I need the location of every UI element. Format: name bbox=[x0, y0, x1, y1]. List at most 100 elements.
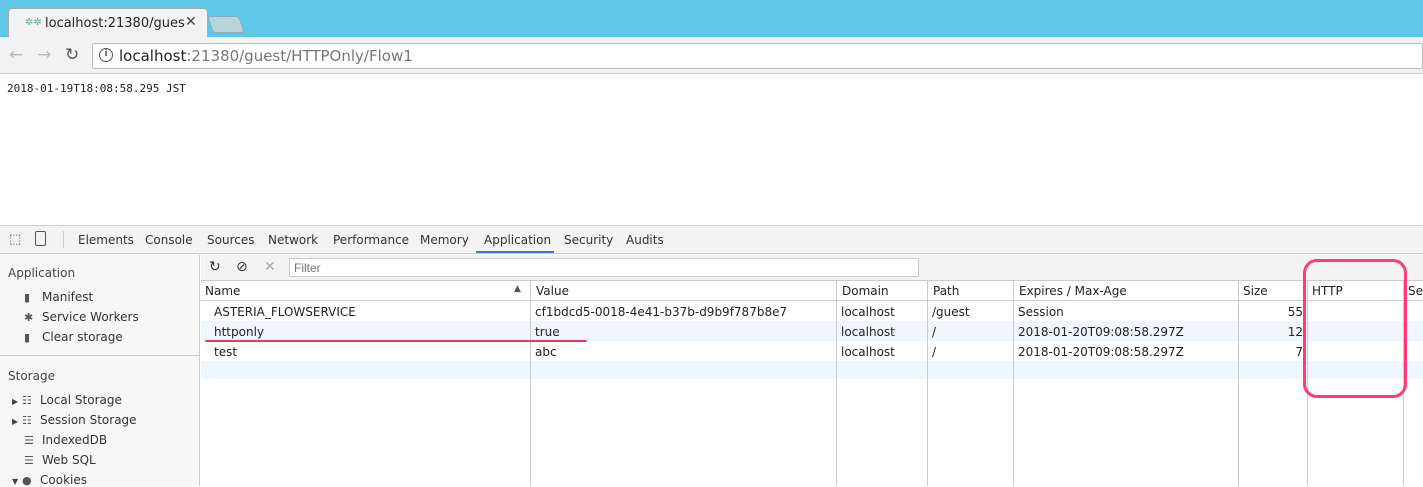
sidebar-item-indexeddb[interactable]: ☰ IndexedDB bbox=[24, 433, 107, 447]
table-header: Name ▲ Value Domain Path Expires / Max-A… bbox=[201, 281, 1423, 301]
column-divider[interactable] bbox=[1238, 281, 1239, 486]
cell-expires[interactable]: 2018-01-20T09:08:58.297Z bbox=[1018, 345, 1184, 359]
cell-value[interactable]: cf1bdcd5-0018-4e41-b37b-d9b9f787b8e7 bbox=[535, 305, 787, 319]
inspect-element-icon[interactable]: ⬚ bbox=[9, 232, 21, 247]
label: Local Storage bbox=[40, 393, 122, 407]
column-path[interactable]: Path bbox=[933, 284, 959, 298]
column-expires[interactable]: Expires / Max-Age bbox=[1019, 284, 1127, 298]
divider bbox=[0, 355, 199, 356]
page-timestamp: 2018-01-19T18:08:58.295 JST bbox=[7, 82, 186, 95]
device-toolbar-icon[interactable] bbox=[35, 231, 46, 246]
annotation-underline bbox=[205, 340, 587, 342]
delete-selected-icon[interactable]: ✕ bbox=[264, 259, 276, 275]
cell-size[interactable]: 7 bbox=[1241, 345, 1303, 359]
tab-sources[interactable]: Sources bbox=[207, 233, 254, 247]
filter-input[interactable] bbox=[289, 258, 919, 277]
url-path: :21380/guest/HTTPOnly/Flow1 bbox=[186, 47, 413, 65]
browser-toolbar: ← → ↻ i localhost:21380/guest/HTTPOnly/F… bbox=[0, 37, 1423, 74]
column-domain[interactable]: Domain bbox=[842, 284, 889, 298]
database-icon: ☰ bbox=[24, 434, 34, 447]
cell-name[interactable]: httponly bbox=[214, 325, 264, 339]
sidebar-item-web-sql[interactable]: ☰ Web SQL bbox=[24, 453, 96, 467]
cell-size[interactable]: 55 bbox=[1241, 305, 1303, 319]
column-divider[interactable] bbox=[1013, 281, 1014, 486]
cell-path[interactable]: /guest bbox=[932, 305, 970, 319]
section-storage: Storage bbox=[8, 369, 55, 383]
tab-performance[interactable]: Performance bbox=[333, 233, 409, 247]
close-tab-icon[interactable]: ✕ bbox=[185, 14, 197, 30]
cell-expires[interactable]: 2018-01-20T09:08:58.297Z bbox=[1018, 325, 1184, 339]
label: Service Workers bbox=[42, 310, 139, 324]
info-icon[interactable]: i bbox=[99, 48, 113, 62]
tab-memory[interactable]: Memory bbox=[420, 233, 469, 247]
cell-size[interactable]: 12 bbox=[1241, 325, 1303, 339]
tab-console[interactable]: Console bbox=[145, 233, 193, 247]
divider bbox=[63, 231, 64, 248]
tab-strip: ✲✲ localhost:21380/guest ✕ bbox=[0, 0, 1423, 38]
label: Clear storage bbox=[42, 330, 123, 344]
back-icon[interactable]: ← bbox=[9, 45, 23, 65]
cell-domain[interactable]: localhost bbox=[841, 345, 895, 359]
sidebar-item-session-storage[interactable]: ▶ ☷ Session Storage bbox=[12, 413, 137, 427]
expand-arrow-icon[interactable]: ▶ bbox=[12, 397, 22, 406]
refresh-icon[interactable]: ↻ bbox=[209, 259, 221, 275]
sidebar-item-local-storage[interactable]: ▶ ☷ Local Storage bbox=[12, 393, 122, 407]
cell-name[interactable]: test bbox=[214, 345, 237, 359]
table-row[interactable] bbox=[201, 321, 1423, 341]
devtools-panel: ⬚ Elements Console Sources Network Perfo… bbox=[0, 225, 1423, 487]
sort-ascending-icon[interactable]: ▲ bbox=[514, 284, 521, 294]
cell-path[interactable]: / bbox=[932, 345, 936, 359]
cell-value[interactable]: true bbox=[535, 325, 560, 339]
trash-icon: ▮ bbox=[24, 331, 31, 344]
grid-icon: ☷ bbox=[22, 394, 32, 407]
reload-icon[interactable]: ↻ bbox=[65, 45, 79, 65]
tab-security[interactable]: Security bbox=[564, 233, 613, 247]
tab-title: localhost:21380/guest bbox=[45, 16, 185, 31]
annotation-highlight-box bbox=[1303, 259, 1407, 398]
devtools-tabbar: ⬚ Elements Console Sources Network Perfo… bbox=[0, 226, 1423, 254]
grid-icon: ☷ bbox=[22, 414, 32, 427]
cookie-toolbar: ↻ ⊘ ✕ bbox=[201, 255, 1423, 281]
cell-domain[interactable]: localhost bbox=[841, 325, 895, 339]
label: Session Storage bbox=[40, 413, 137, 427]
label: Manifest bbox=[42, 290, 94, 304]
tab-elements[interactable]: Elements bbox=[78, 233, 134, 247]
file-icon: ▮ bbox=[24, 291, 31, 304]
cookies-table: Name ▲ Value Domain Path Expires / Max-A… bbox=[201, 281, 1423, 486]
column-name[interactable]: Name bbox=[205, 284, 240, 298]
cell-value[interactable]: abc bbox=[535, 345, 557, 359]
tab-application[interactable]: Application bbox=[484, 233, 551, 247]
column-size[interactable]: Size bbox=[1243, 284, 1268, 298]
forward-icon[interactable]: → bbox=[37, 45, 51, 65]
database-icon: ☰ bbox=[24, 454, 34, 467]
gear-icon: ✱ bbox=[24, 311, 34, 324]
column-divider[interactable] bbox=[836, 281, 837, 486]
cell-domain[interactable]: localhost bbox=[841, 305, 895, 319]
sidebar-item-service-workers[interactable]: ✱ Service Workers bbox=[24, 310, 139, 324]
expand-arrow-icon[interactable]: ▶ bbox=[12, 417, 22, 426]
new-tab-button[interactable] bbox=[206, 16, 246, 33]
column-divider[interactable] bbox=[927, 281, 928, 486]
browser-tab[interactable]: ✲✲ localhost:21380/guest ✕ bbox=[8, 8, 208, 38]
section-application: Application bbox=[8, 266, 76, 280]
column-value[interactable]: Value bbox=[536, 284, 569, 298]
cell-name[interactable]: ASTERIA_FLOWSERVICE bbox=[214, 305, 356, 319]
tab-audits[interactable]: Audits bbox=[626, 233, 664, 247]
application-sidebar: Application ▮ Manifest ✱ Service Workers ▮… bbox=[0, 255, 200, 487]
column-divider[interactable] bbox=[530, 281, 531, 486]
label: Web SQL bbox=[42, 453, 96, 467]
cell-path[interactable]: / bbox=[932, 325, 936, 339]
active-tab-indicator bbox=[476, 251, 554, 253]
sidebar-item-clear-storage[interactable]: ▮ Clear storage bbox=[24, 330, 123, 344]
clear-all-icon[interactable]: ⊘ bbox=[236, 259, 248, 275]
address-bar[interactable]: i localhost:21380/guest/HTTPOnly/Flow1 bbox=[92, 43, 1423, 69]
sidebar-item-manifest[interactable]: ▮ Manifest bbox=[24, 290, 93, 304]
url-host: localhost bbox=[119, 47, 187, 65]
column-secure[interactable]: Sec bbox=[1408, 284, 1423, 298]
cell-expires[interactable]: Session bbox=[1018, 305, 1064, 319]
favicon-icon: ✲✲ bbox=[25, 17, 42, 28]
cookie-icon: ● bbox=[22, 474, 32, 487]
table-row-empty bbox=[201, 361, 1423, 379]
label: IndexedDB bbox=[42, 433, 108, 447]
tab-network[interactable]: Network bbox=[268, 233, 318, 247]
